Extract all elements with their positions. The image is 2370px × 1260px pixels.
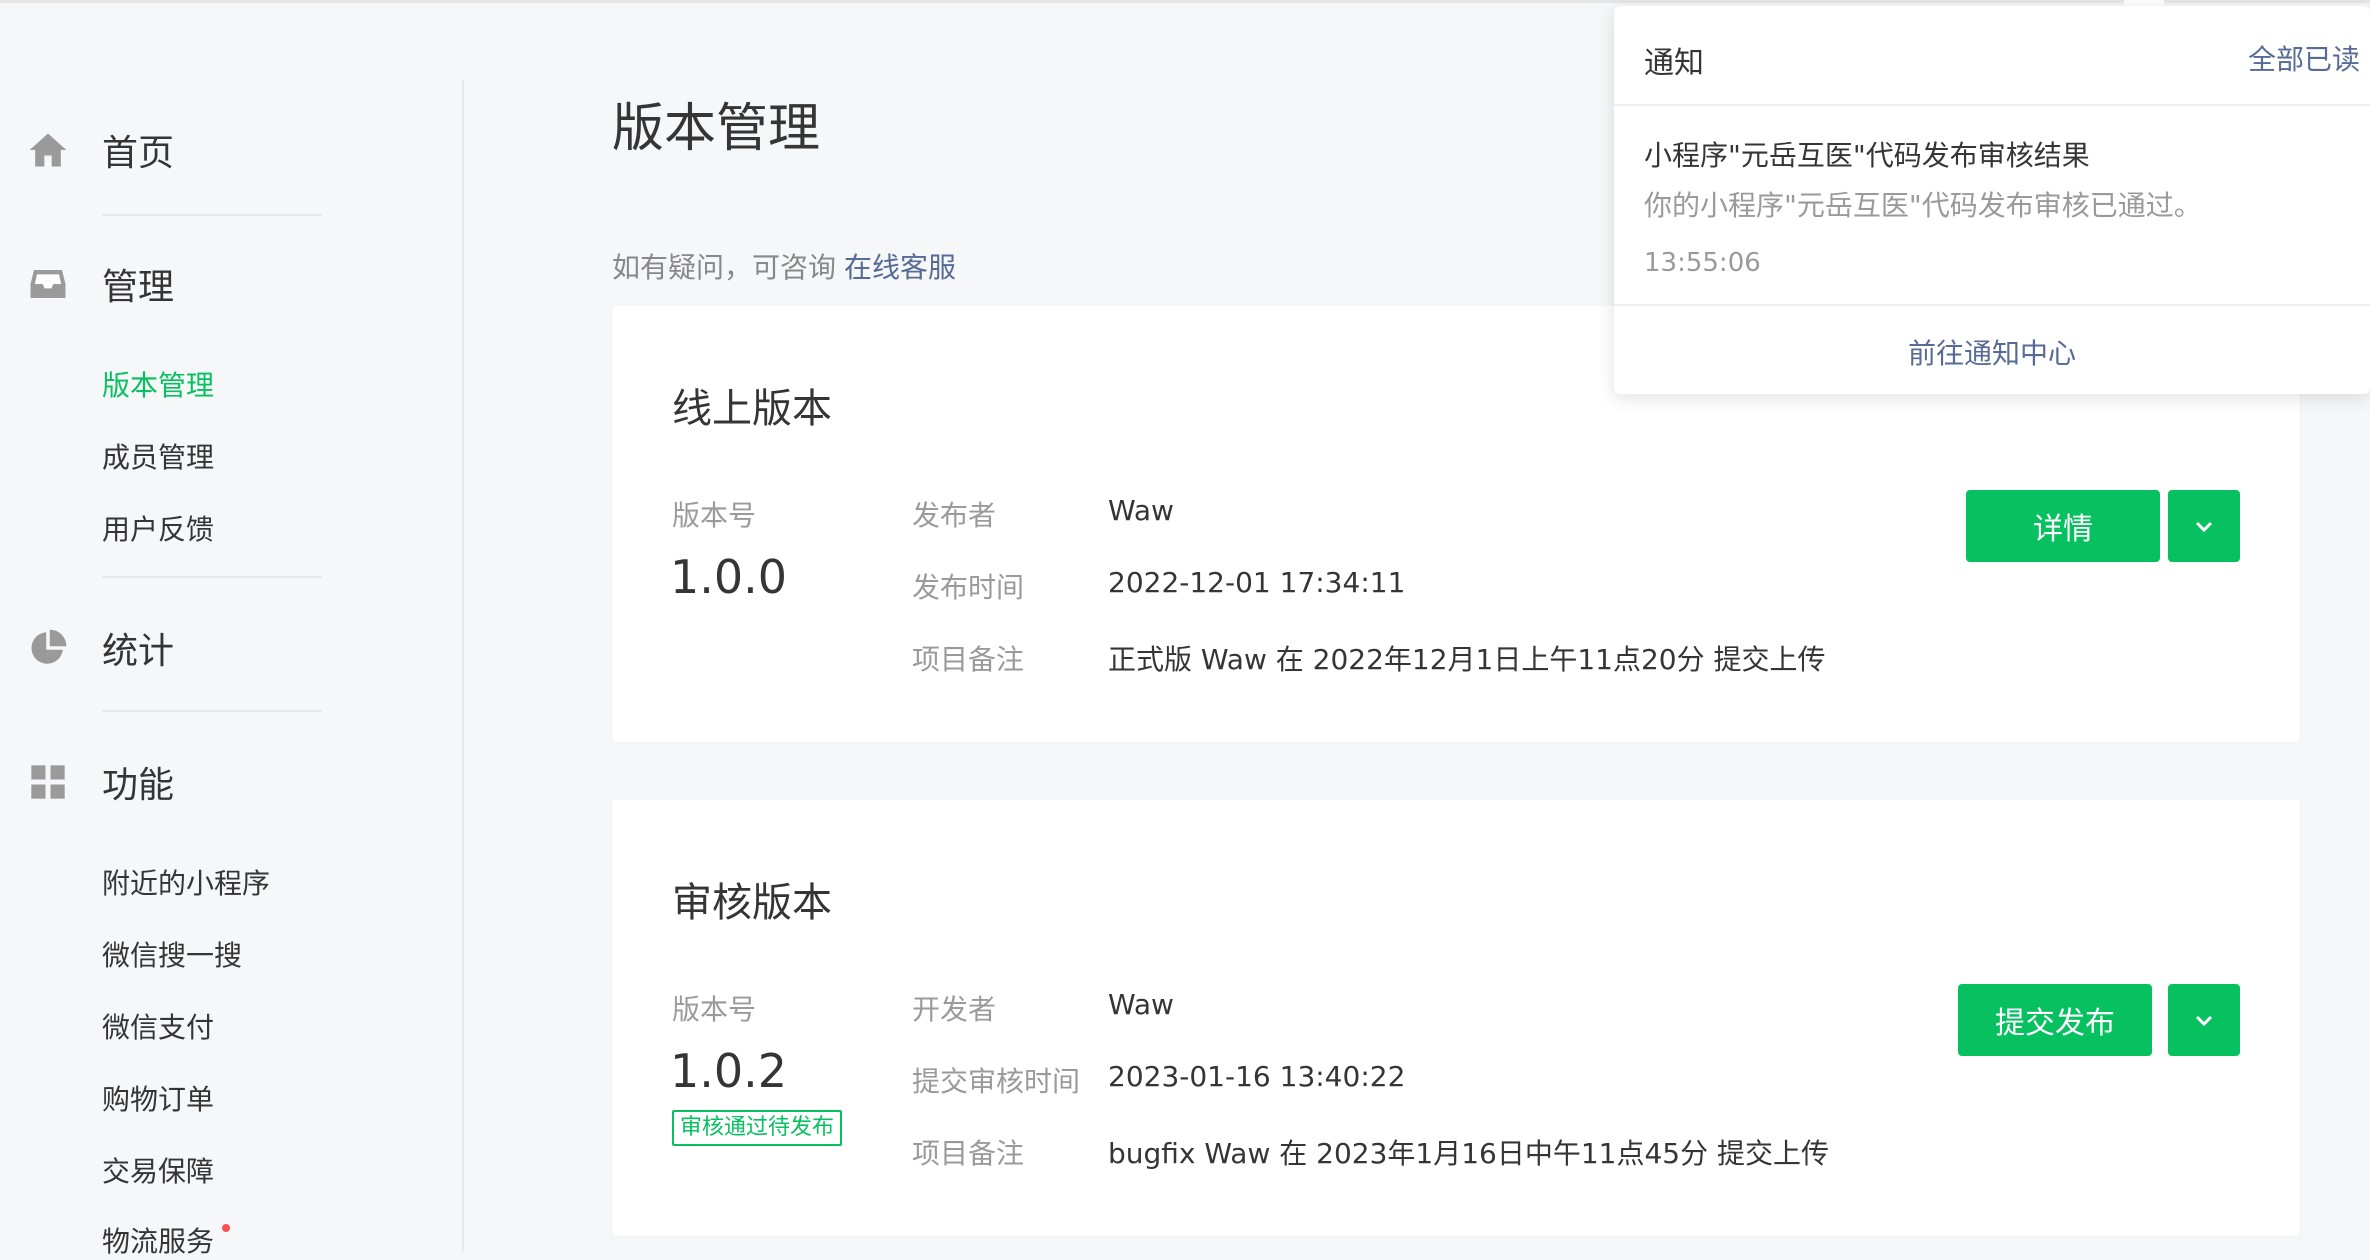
status-badge: 审核通过待发布: [672, 1110, 843, 1146]
card-title: 线上版本: [672, 386, 832, 432]
developer-value: Waw: [1108, 988, 1174, 1021]
chevron-down-icon: [2195, 1015, 2213, 1027]
publish-time-value: 2022-12-01 17:34:11: [1108, 566, 1406, 599]
grid-icon: [24, 758, 72, 806]
sidebar-group-label: 功能: [102, 765, 175, 806]
developer-label: 开发者: [912, 993, 997, 1026]
more-actions-button[interactable]: [2168, 984, 2240, 1056]
publisher-label: 发布者: [912, 499, 997, 532]
sidebar-divider: [102, 576, 322, 578]
remark-label: 项目备注: [912, 643, 1025, 676]
more-actions-button[interactable]: [2168, 490, 2240, 562]
online-service-link[interactable]: 在线客服: [844, 251, 956, 284]
sidebar-group-label: 管理: [102, 267, 175, 308]
publish-time-label: 发布时间: [912, 571, 1025, 604]
sidebar-item-wechat-pay[interactable]: 微信支付: [102, 1006, 214, 1046]
sidebar-item-member-management[interactable]: 成员管理: [102, 436, 214, 476]
submit-publish-button[interactable]: 提交发布: [1958, 984, 2152, 1056]
version-label: 版本号: [672, 499, 757, 532]
help-text: 如有疑问，可咨询: [612, 251, 837, 284]
remark-value: 正式版 Waw 在 2022年12月1日上午11点20分 提交上传: [1108, 643, 1826, 676]
remark-label: 项目备注: [912, 1137, 1025, 1170]
sidebar-item-logistics[interactable]: 物流服务: [102, 1220, 214, 1260]
review-version-card: 审核版本 版本号 1.0.2 审核通过待发布 开发者 Waw 提交审核时间 20…: [612, 800, 2300, 1236]
notification-center-link[interactable]: 前往通知中心: [1614, 332, 2370, 372]
chevron-down-icon: [2195, 521, 2213, 533]
sidebar-item-nearby-miniprogram[interactable]: 附近的小程序: [102, 862, 270, 902]
sidebar-group-manage[interactable]: 管理: [24, 254, 174, 314]
sidebar-item-version-management[interactable]: 版本管理: [102, 364, 214, 404]
review-time-label: 提交审核时间: [912, 1065, 1081, 1098]
notification-message-body: 你的小程序"元岳互医"代码发布审核已通过。: [1644, 189, 2202, 222]
notification-popover: 通知 全部已读 小程序"元岳互医"代码发布审核结果 你的小程序"元岳互医"代码发…: [1614, 6, 2370, 394]
version-number: 1.0.2: [670, 1044, 788, 1098]
notification-dot: [222, 1224, 230, 1232]
card-title: 审核版本: [672, 880, 832, 926]
pie-chart-icon: [24, 624, 72, 672]
publisher-value: Waw: [1108, 494, 1174, 527]
sidebar-item-trade-guarantee[interactable]: 交易保障: [102, 1150, 214, 1190]
sidebar-group-statistics[interactable]: 统计: [24, 618, 174, 678]
sidebar-group-label: 首页: [102, 133, 175, 174]
home-icon: [24, 126, 72, 174]
sidebar: 首页 管理 版本管理 成员管理 用户反馈 统计 功能 附近的小程序 微信搜一搜 …: [0, 0, 462, 1258]
notification-header: 通知 全部已读: [1614, 6, 2370, 106]
sidebar-group-home[interactable]: 首页: [24, 120, 174, 180]
version-label: 版本号: [672, 993, 757, 1026]
page-title: 版本管理: [612, 99, 821, 159]
details-button[interactable]: 详情: [1966, 490, 2160, 562]
inbox-icon: [24, 260, 72, 308]
sidebar-group-features[interactable]: 功能: [24, 752, 174, 812]
sidebar-item-user-feedback[interactable]: 用户反馈: [102, 508, 214, 548]
notification-title: 通知: [1644, 46, 1704, 81]
notification-divider: [1614, 304, 2370, 306]
help-line: 如有疑问，可咨询 在线客服: [612, 246, 956, 286]
sidebar-group-label: 统计: [102, 631, 175, 672]
notification-message-title[interactable]: 小程序"元岳互医"代码发布审核结果: [1644, 134, 2090, 174]
mark-all-read-button[interactable]: 全部已读: [2248, 38, 2360, 78]
sidebar-divider: [102, 214, 322, 216]
remark-value: bugfix Waw 在 2023年1月16日中午11点45分 提交上传: [1108, 1137, 1830, 1170]
sidebar-item-shopping-orders[interactable]: 购物订单: [102, 1078, 214, 1118]
sidebar-divider: [102, 710, 322, 712]
review-time-value: 2023-01-16 13:40:22: [1108, 1060, 1406, 1093]
sidebar-border: [462, 80, 464, 1252]
sidebar-item-wechat-search[interactable]: 微信搜一搜: [102, 934, 242, 974]
version-number: 1.0.0: [670, 550, 788, 604]
notification-time: 13:55:06: [1644, 248, 1761, 278]
